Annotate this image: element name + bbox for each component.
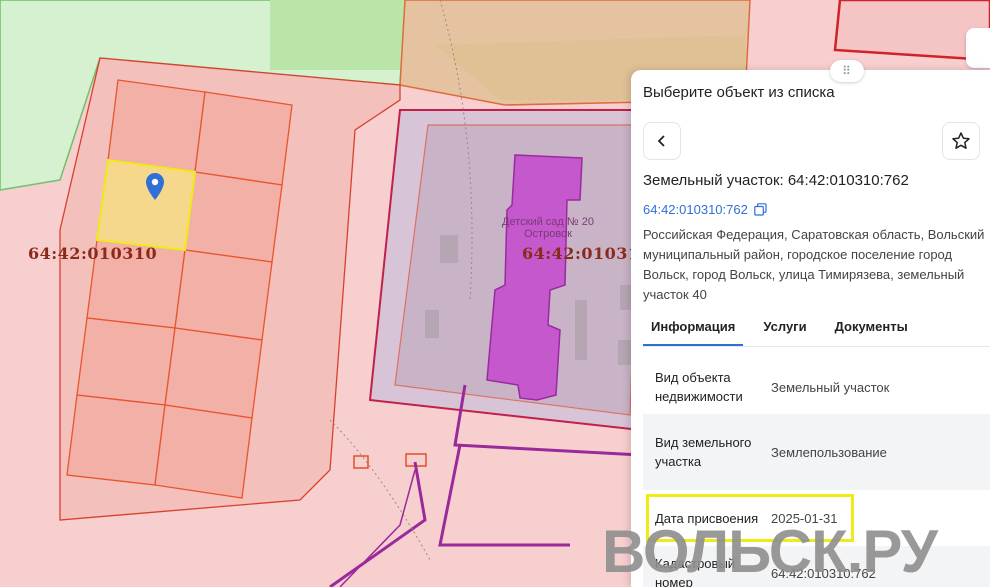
info-row: Вид земельного участка Землепользование: [643, 414, 990, 490]
copy-icon[interactable]: [754, 203, 767, 216]
cadastral-block-label-left: 64:42:010310: [28, 244, 158, 263]
info-row-value: Земельный участок: [771, 379, 890, 395]
info-row: Вид объекта недвижимости Земельный участ…: [643, 360, 990, 414]
object-address: Российская Федерация, Саратовская област…: [643, 227, 985, 302]
tab-information[interactable]: Информация: [643, 316, 744, 346]
site-watermark: ВОЛЬСК.РУ: [602, 518, 938, 585]
tab-services[interactable]: Услуги: [755, 316, 814, 346]
object-title: Земельный участок: 64:42:010310:762: [643, 172, 909, 189]
info-row-label: Вид земельного участка: [655, 435, 752, 469]
map-tool-button[interactable]: [966, 28, 990, 68]
poi-label-kindergarten: Детский сад № 20 Островок: [502, 216, 594, 240]
chevron-left-icon: [657, 135, 665, 147]
info-tabs: Информация Услуги Документы: [643, 316, 928, 346]
tab-documents[interactable]: Документы: [827, 316, 916, 346]
drag-dots-icon: ⠿: [842, 64, 852, 78]
back-button[interactable]: [643, 122, 681, 160]
cadastral-number-link[interactable]: 64:42:010310:762: [643, 202, 767, 217]
info-row-label: Вид объекта недвижимости: [655, 370, 743, 404]
panel-drag-handle[interactable]: ⠿: [830, 60, 864, 82]
star-icon: [952, 132, 970, 149]
info-row-value: Землепользование: [771, 444, 887, 460]
tabs-divider: [643, 346, 990, 347]
favorite-button[interactable]: [942, 122, 980, 160]
cadastral-number-text[interactable]: 64:42:010310:762: [643, 202, 748, 217]
panel-heading: Выберите объект из списка: [643, 84, 835, 101]
